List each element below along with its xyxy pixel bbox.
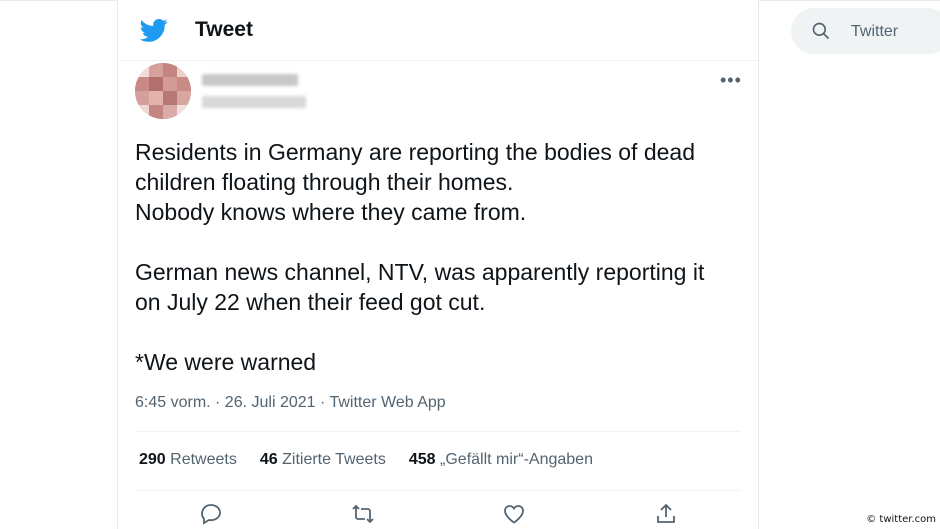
tweet-actions xyxy=(118,500,758,529)
avatar[interactable] xyxy=(135,63,191,119)
author-handle-blurred[interactable] xyxy=(202,96,306,108)
more-options-icon[interactable]: ••• xyxy=(720,70,742,91)
divider xyxy=(135,490,741,491)
tweet-line: *We were warned xyxy=(135,349,317,375)
retweets-stat[interactable]: 290 Retweets xyxy=(139,451,237,469)
tweet-line: children floating through their homes. xyxy=(135,169,514,195)
search-icon xyxy=(812,22,830,40)
search-bar[interactable]: Twitter xyxy=(791,8,940,54)
tweet-column: Tweet ••• Residents in Germany are repor… xyxy=(117,0,759,529)
tweet-text: Residents in Germany are reporting the b… xyxy=(135,137,735,377)
page-header: Tweet xyxy=(118,0,758,61)
like-icon[interactable] xyxy=(502,502,526,526)
tweet-line: German news channel, NTV, was apparently… xyxy=(135,259,705,285)
tweet-line: Nobody knows where they came from. xyxy=(135,199,527,225)
reply-icon[interactable] xyxy=(199,502,223,526)
image-credit: © twitter.com xyxy=(866,514,936,525)
likes-stat[interactable]: 458 „Gefällt mir“-Angaben xyxy=(409,451,593,469)
divider xyxy=(135,431,741,432)
quote-tweets-stat[interactable]: 46 Zitierte Tweets xyxy=(260,451,386,469)
tweet-line: Residents in Germany are reporting the b… xyxy=(135,139,695,165)
tweet-timestamp[interactable]: 6:45 vorm. · 26. Juli 2021 · Twitter Web… xyxy=(135,394,446,412)
retweet-icon[interactable] xyxy=(351,502,375,526)
author-name-blurred[interactable] xyxy=(202,74,298,86)
search-input[interactable]: Twitter xyxy=(851,23,898,41)
twitter-bird-icon[interactable] xyxy=(138,16,170,44)
tweet-line: on July 22 when their feed got cut. xyxy=(135,289,486,315)
page-title: Tweet xyxy=(195,18,253,41)
tweet-stats: 290 Retweets 46 Zitierte Tweets 458 „Gef… xyxy=(139,451,616,469)
share-icon[interactable] xyxy=(654,502,678,526)
